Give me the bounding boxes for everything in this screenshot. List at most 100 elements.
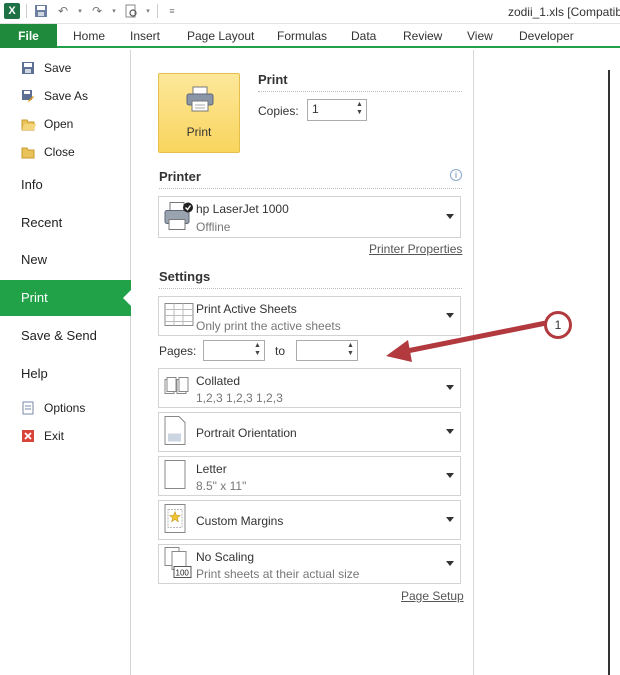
no-scaling-icon: 100: [164, 547, 192, 582]
save-as-icon: [20, 88, 36, 104]
nav-recent[interactable]: Recent: [21, 215, 62, 230]
annotation-arrow: [386, 320, 549, 362]
copies-label: Copies:: [258, 104, 299, 118]
tab-data[interactable]: Data: [351, 24, 376, 48]
orientation-dropdown[interactable]: Portrait Orientation: [158, 412, 461, 452]
chevron-down-icon: [446, 473, 454, 478]
qat-divider: [157, 4, 158, 18]
printer-icon: [164, 200, 194, 235]
qat-divider: [26, 4, 27, 18]
tab-formulas[interactable]: Formulas: [277, 24, 327, 48]
nav-exit-label: Exit: [44, 429, 65, 443]
chevron-down-icon: [446, 385, 454, 390]
tab-review[interactable]: Review: [403, 24, 442, 48]
print-preview-icon[interactable]: [123, 3, 139, 19]
nav-close-label: Close: [44, 145, 75, 159]
collation-title: Collated: [196, 374, 241, 388]
copies-stepper[interactable]: 1 ▲ ▼: [307, 99, 367, 121]
scaling-badge: 100: [176, 569, 190, 578]
tab-view[interactable]: View: [467, 24, 493, 48]
sheets-icon: [164, 303, 194, 330]
excel-logo-icon[interactable]: X: [4, 3, 20, 19]
printer-info-icon[interactable]: i: [450, 169, 462, 181]
quick-access-toolbar: X ↶ ▾ ↷ ▾ ▾ ≡: [4, 3, 180, 19]
printer-dropdown[interactable]: hp LaserJet 1000 Offline: [158, 196, 461, 238]
nav-open-label: Open: [44, 117, 74, 131]
preview-page-edge: [608, 70, 610, 675]
nav-exit[interactable]: Exit: [20, 428, 64, 444]
pages-to-label: to: [275, 344, 286, 358]
scaling-subtitle: Print sheets at their actual size: [196, 567, 360, 581]
nav-print-label: Print: [21, 290, 48, 305]
redo-dropdown-icon[interactable]: ▾: [111, 3, 117, 19]
nav-new[interactable]: New: [21, 252, 47, 267]
nav-save-as[interactable]: Save As: [20, 88, 88, 104]
save-icon[interactable]: [33, 3, 49, 19]
tab-page-layout[interactable]: Page Layout: [187, 24, 254, 48]
scaling-title: No Scaling: [196, 550, 255, 564]
tab-file[interactable]: File: [0, 24, 57, 48]
printer-properties-link[interactable]: Printer Properties: [369, 242, 462, 256]
printer-heading-rule: [159, 188, 462, 189]
nav-help[interactable]: Help: [21, 366, 48, 381]
nav-info[interactable]: Info: [21, 177, 43, 192]
chevron-down-icon: [446, 214, 454, 219]
window-title: zodii_1.xls [Compatib: [507, 5, 620, 19]
printer-name: hp LaserJet 1000: [196, 202, 289, 216]
paper-size-title: Letter: [196, 462, 227, 476]
nav-options[interactable]: Options: [20, 400, 85, 416]
scaling-dropdown[interactable]: 100 No Scaling Print sheets at their act…: [158, 544, 461, 584]
nav-print[interactable]: Print: [0, 280, 132, 316]
nav-save-as-label: Save As: [44, 89, 89, 103]
options-icon: [20, 400, 36, 416]
paper-size-dropdown[interactable]: Letter 8.5" x 11": [158, 456, 461, 496]
orientation-title: Portrait Orientation: [196, 426, 297, 440]
pages-to-arrows[interactable]: ▲ ▼: [346, 342, 355, 358]
chevron-down-icon: [446, 561, 454, 566]
qat-more-icon[interactable]: ≡: [164, 3, 180, 19]
paper-size-subtitle: 8.5" x 11": [196, 479, 247, 493]
print-button[interactable]: Print: [158, 73, 240, 153]
printer-icon: [186, 86, 214, 112]
nav-open[interactable]: Open: [20, 116, 73, 132]
print-heading: Print: [258, 72, 288, 87]
chevron-down-icon: [446, 517, 454, 522]
print-what-subtitle: Only print the active sheets: [196, 319, 341, 333]
redo-icon[interactable]: ↷: [89, 3, 105, 19]
settings-heading-rule: [159, 288, 462, 289]
printer-status: Offline: [196, 220, 231, 234]
collated-icon: [164, 376, 196, 401]
printer-heading: Printer: [159, 169, 201, 184]
print-what-title: Print Active Sheets: [196, 302, 297, 316]
nav-save[interactable]: Save: [20, 60, 71, 76]
nav-save-send[interactable]: Save & Send: [21, 328, 97, 343]
copies-arrows[interactable]: ▲ ▼: [355, 101, 364, 117]
pages-label: Pages:: [159, 344, 197, 358]
nav-close[interactable]: Close: [20, 144, 75, 160]
chevron-down-icon: [446, 429, 454, 434]
settings-heading: Settings: [159, 269, 211, 284]
tab-insert[interactable]: Insert: [130, 24, 160, 48]
nav-options-label: Options: [44, 401, 86, 415]
tab-home[interactable]: Home: [73, 24, 105, 48]
open-folder-icon: [20, 116, 36, 132]
pages-from-arrows[interactable]: ▲ ▼: [253, 342, 262, 358]
nav-save-label: Save: [44, 61, 72, 75]
undo-icon[interactable]: ↶: [55, 3, 71, 19]
undo-dropdown-icon[interactable]: ▾: [77, 3, 83, 19]
collation-dropdown[interactable]: Collated 1,2,3 1,2,3 1,2,3: [158, 368, 461, 408]
pages-from-stepper[interactable]: ▲ ▼: [203, 340, 265, 361]
page-setup-link[interactable]: Page Setup: [401, 589, 464, 603]
copies-value: 1: [312, 102, 319, 116]
exit-icon: [20, 428, 36, 444]
pages-to-stepper[interactable]: ▲ ▼: [296, 340, 358, 361]
qat-customize-dropdown-icon[interactable]: ▾: [145, 3, 151, 19]
custom-margins-icon: [164, 504, 186, 537]
margins-dropdown[interactable]: Custom Margins: [158, 500, 461, 540]
close-folder-icon: [20, 144, 36, 160]
tab-developer[interactable]: Developer: [519, 24, 574, 48]
print-button-label: Print: [186, 125, 212, 139]
print-heading-rule: [258, 91, 462, 92]
title-bar: X ↶ ▾ ↷ ▾ ▾ ≡ zodii_1.xls [Compatib: [0, 0, 620, 24]
save-icon: [20, 60, 36, 76]
